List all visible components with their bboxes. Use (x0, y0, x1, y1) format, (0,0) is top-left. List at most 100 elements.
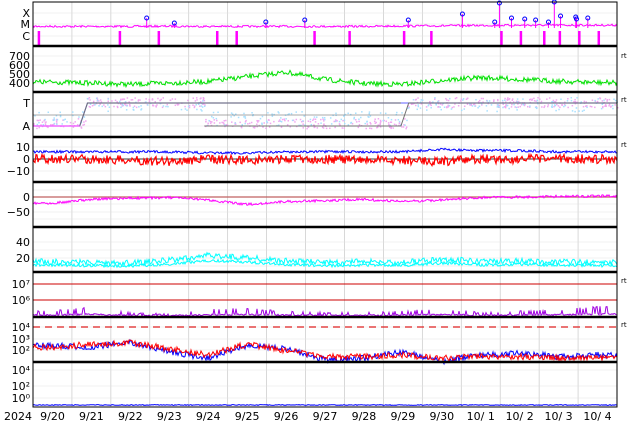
sector-pink-point (325, 127, 328, 130)
sector-pink-point (199, 97, 202, 100)
sector-pink-point (240, 126, 243, 129)
sector-pink-point (41, 121, 44, 123)
sector-blue-point (488, 100, 491, 102)
sector-pink-point (193, 105, 196, 107)
sector-blue-point (613, 98, 615, 101)
sector-pink-point (528, 99, 531, 101)
sector-pink-point (80, 126, 83, 128)
sector-pink-point (116, 101, 118, 103)
sector-pink-point (535, 100, 537, 102)
sector-pink-point (591, 99, 594, 101)
sector-pink-point (83, 121, 85, 123)
sector-blue-point (126, 105, 128, 107)
sector-pink-point (602, 105, 604, 108)
sector-blue-point (397, 118, 400, 121)
sector-blue-point (551, 104, 553, 106)
x-tick-label: 10/ 3 (544, 410, 572, 423)
sector-pink-point (374, 118, 376, 120)
sector-blue-point (196, 108, 198, 111)
sector-pink-point (341, 127, 344, 129)
sector-pink-point (445, 97, 447, 100)
sector-blue-point (477, 106, 479, 109)
sector-pink-point (248, 122, 251, 125)
sector-pink-point (561, 104, 563, 107)
sector-blue-point (529, 105, 531, 107)
sector-blue-point (261, 115, 264, 118)
sector-pink-point (504, 97, 506, 100)
sector-pink-point (302, 127, 304, 129)
sector-pink-point (543, 106, 545, 109)
sector-pink-point (387, 122, 390, 124)
y-tick-label: T (22, 97, 30, 110)
sector-pink-point (209, 122, 212, 124)
sector-blue-point (501, 99, 504, 102)
sector-pink-point (202, 97, 205, 99)
sector-pink-point (446, 99, 448, 101)
sector-pink-point (111, 100, 113, 102)
sector-blue-point (243, 116, 245, 118)
sector-blue-point (600, 107, 603, 110)
sector-pink-point (166, 103, 169, 106)
sector-pink-point (543, 105, 546, 107)
sector-pink-point (207, 122, 209, 125)
sector-pink-point (322, 118, 324, 121)
sector-pink-point (401, 126, 403, 128)
sector-pink-point (454, 97, 457, 100)
sector-pink-point (148, 100, 151, 103)
sector-blue-point (421, 99, 424, 101)
sector-pink-point (590, 105, 593, 108)
sector-blue-point (95, 97, 98, 100)
sector-pink-point (453, 106, 455, 108)
sector-blue-point (86, 97, 89, 100)
sector-blue-point (570, 97, 573, 99)
sector-blue-point (515, 106, 518, 109)
sector-blue-point (471, 105, 474, 107)
sector-blue-point (437, 100, 439, 103)
sector-pink-point (262, 126, 264, 128)
sector-blue-point (210, 115, 213, 118)
sector-pink-point (156, 104, 158, 106)
sector-blue-point (61, 123, 63, 125)
xray-flux-line (32, 23, 618, 29)
sector-pink-point (527, 105, 529, 108)
sector-pink-point (225, 124, 228, 126)
sector-pink-point (321, 126, 324, 129)
sector-pink-point (211, 121, 213, 123)
sector-blue-point (125, 109, 128, 111)
sector-pink-point (573, 100, 575, 103)
sector-blue-point (324, 118, 326, 121)
sector-pink-point (216, 119, 218, 122)
sector-pink-point (493, 99, 495, 101)
sector-pink-point (466, 103, 469, 105)
sector-pink-point (129, 105, 131, 107)
sector-pink-point (369, 121, 371, 124)
sector-pink-point (379, 123, 381, 126)
sector-blue-point (118, 100, 121, 103)
sector-pink-point (72, 126, 75, 128)
sector-pink-point (540, 100, 543, 103)
sector-blue-point (364, 122, 366, 125)
sector-pink-point (286, 124, 289, 126)
sector-blue-point (396, 111, 398, 114)
sector-pink-point (604, 105, 606, 107)
sector-blue-point (583, 109, 585, 112)
sector-blue-point (469, 103, 471, 105)
sector-blue-point (586, 106, 588, 109)
sector-pink-point (44, 123, 47, 126)
sector-pink-point (510, 106, 513, 108)
sector-blue-point (498, 106, 501, 108)
right-label: rt (621, 52, 627, 60)
sector-pink-point (250, 121, 253, 124)
sector-blue-point (56, 123, 58, 126)
sector-pink-point (365, 127, 367, 130)
sector-pink-point (358, 123, 361, 126)
xray-dip-bar (558, 31, 562, 46)
sector-blue-point (485, 105, 488, 107)
sector-blue-point (343, 122, 346, 125)
sector-pink-point (312, 119, 314, 122)
sector-blue-point (321, 116, 324, 119)
y-tick-label: 10⁴ (12, 364, 31, 377)
xray-dip-bar (519, 31, 523, 46)
sector-pink-point (280, 126, 283, 128)
sector-pink-point (374, 122, 377, 124)
